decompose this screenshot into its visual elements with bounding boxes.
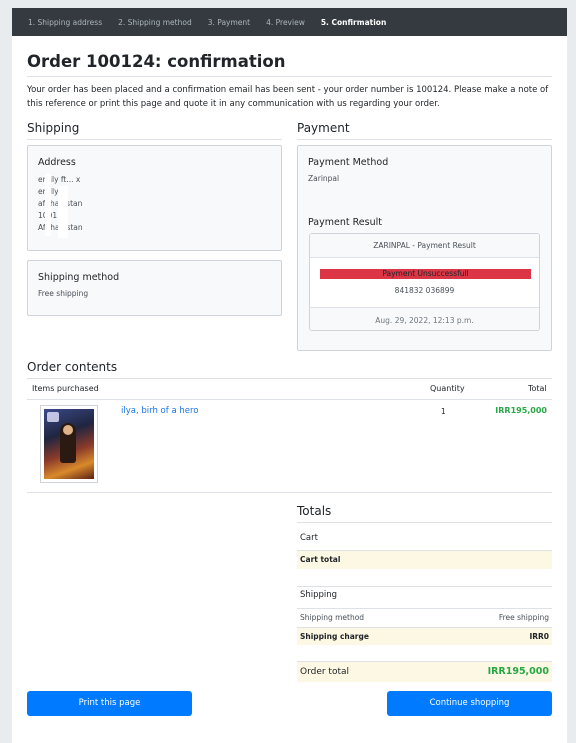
- shipping-divider: [27, 139, 282, 140]
- shipping-method-total-value: Free shipping: [498, 613, 549, 622]
- order-total-value: IRR195,000: [487, 666, 549, 677]
- col-total: Total: [528, 384, 547, 393]
- totals-divider: [297, 522, 552, 523]
- cart-section: Cart: [297, 533, 552, 547]
- continue-shopping-button[interactable]: Continue shopping: [387, 691, 552, 716]
- payment-result-card: ZARINPAL - Payment Result Payment Unsucc…: [309, 233, 540, 331]
- payment-divider: [297, 139, 552, 140]
- order-total-label: Order total: [300, 667, 350, 677]
- col-items-purchased: Items purchased: [32, 384, 99, 393]
- print-page-button[interactable]: Print this page: [27, 691, 192, 716]
- shipping-totals-heading: Shipping: [300, 590, 338, 600]
- shipping-method-label: Shipping method: [300, 613, 365, 622]
- checkout-steps: 1. Shipping address 2. Shipping method 3…: [12, 8, 567, 36]
- address-title: Address: [38, 157, 76, 168]
- cover-logo-icon: [47, 412, 59, 422]
- confirmation-page: Order 100124: confirmation Your order ha…: [12, 36, 567, 743]
- payment-reference: 841832 036899: [394, 286, 455, 295]
- product-thumbnail[interactable]: [40, 405, 98, 483]
- payment-date: Aug. 29, 2022, 12:13 p.m.: [310, 307, 539, 330]
- payment-failed-alert: Payment Unsuccessfull: [320, 269, 531, 279]
- payment-result-title: Payment Result: [308, 217, 382, 228]
- order-contents-divider: [27, 378, 552, 379]
- product-link[interactable]: ilya, birh of a hero: [121, 406, 199, 416]
- title-divider: [27, 76, 552, 77]
- cover-face: [63, 425, 73, 435]
- order-total-row: Order total IRR195,000: [297, 662, 552, 682]
- shipping-method-row: Shipping method Free shipping: [297, 609, 552, 627]
- shipping-method-value: Free shipping: [38, 289, 89, 298]
- contents-bottom-divider: [27, 492, 552, 493]
- shipping-totals-top-divider: [297, 586, 552, 587]
- address-box: Address emily ft... x emily afghanistan …: [27, 145, 282, 251]
- step-shipping-address[interactable]: 1. Shipping address: [28, 18, 102, 27]
- cart-heading: Cart: [300, 533, 318, 543]
- shipping-method-box: Shipping method Free shipping: [27, 260, 282, 316]
- col-quantity: Quantity: [430, 384, 465, 393]
- cart-total-label: Cart total: [300, 555, 341, 564]
- product-quantity: 1: [441, 407, 446, 416]
- shipping-charge-row: Shipping charge IRR0: [297, 628, 552, 645]
- order-contents-heading: Order contents: [27, 360, 118, 374]
- step-preview[interactable]: 4. Preview: [266, 18, 305, 27]
- shipping-charge-value: IRR0: [529, 632, 549, 641]
- step-shipping-method[interactable]: 2. Shipping method: [118, 18, 192, 27]
- shipping-totals-section: Shipping: [297, 590, 552, 604]
- step-confirmation: 5. Confirmation: [320, 17, 387, 27]
- intro-text: Your order has been placed and a confirm…: [27, 85, 549, 109]
- payment-box: Payment Method Zarinpal Payment Result Z…: [297, 145, 552, 351]
- payment-method-value: Zarinpal: [308, 174, 340, 183]
- shipping-heading: Shipping: [27, 121, 80, 135]
- shipping-method-title: Shipping method: [38, 272, 120, 283]
- shipping-charge-label: Shipping charge: [300, 632, 369, 641]
- cart-total-row: Cart total: [297, 551, 552, 569]
- payment-method-title: Payment Method: [308, 157, 389, 168]
- table-header-divider: [27, 399, 552, 400]
- step-payment[interactable]: 3. Payment: [208, 18, 250, 27]
- payment-heading: Payment: [297, 121, 350, 135]
- address-redaction: [58, 186, 68, 238]
- comic-cover-image: [44, 409, 94, 479]
- product-total: IRR195,000: [495, 406, 547, 415]
- payment-result-header: ZARINPAL - Payment Result: [310, 234, 539, 258]
- page-title: Order 100124: confirmation: [27, 52, 286, 71]
- totals-heading: Totals: [297, 504, 332, 518]
- address-redaction: [45, 174, 51, 236]
